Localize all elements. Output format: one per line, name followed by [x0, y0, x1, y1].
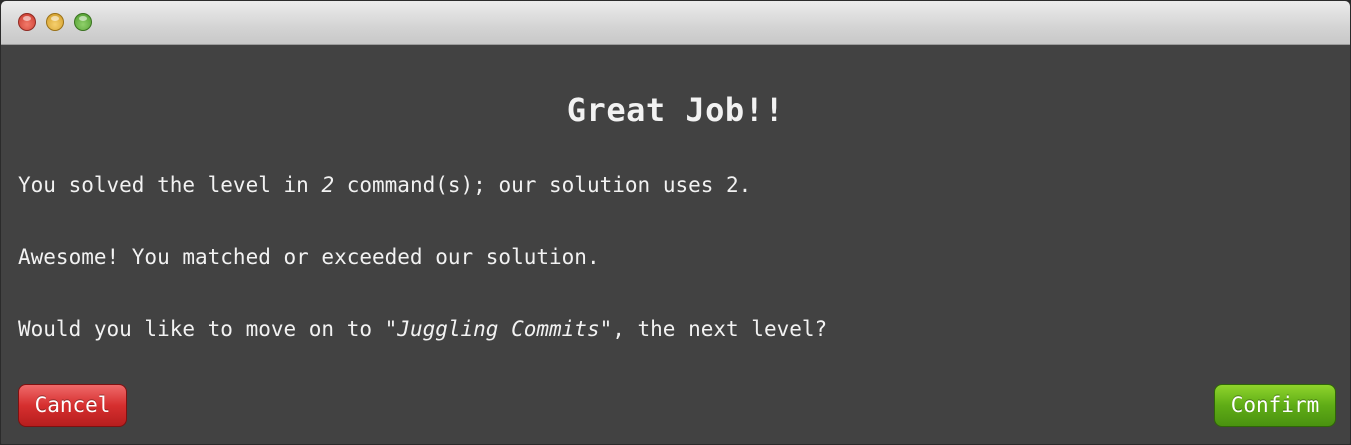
- next-level-prefix: Would you like to move on to: [18, 317, 385, 341]
- cancel-button[interactable]: Cancel: [18, 384, 127, 427]
- title-bar: [1, 1, 1350, 45]
- solve-summary-suffix: command(s); our solution uses 2.: [334, 173, 752, 197]
- minimize-window-icon[interactable]: [46, 13, 64, 31]
- maximize-window-icon[interactable]: [74, 13, 92, 31]
- dialog-window: Great Job!! You solved the level in 2 co…: [0, 0, 1351, 445]
- solve-summary-prefix: You solved the level in: [18, 173, 322, 197]
- result-message: Awesome! You matched or exceeded our sol…: [18, 245, 600, 269]
- confirm-button[interactable]: Confirm: [1214, 384, 1336, 427]
- close-window-icon[interactable]: [18, 13, 36, 31]
- next-level-name: "Juggling Commits": [384, 317, 613, 341]
- dialog-title: Great Job!!: [566, 91, 785, 129]
- next-level-suffix: , the next level?: [612, 317, 828, 341]
- next-level-prompt: Would you like to move on to "Juggling C…: [18, 317, 827, 341]
- dialog-content: Great Job!! You solved the level in 2 co…: [1, 45, 1350, 444]
- solve-summary: You solved the level in 2 command(s); ou…: [18, 173, 751, 197]
- command-count: 2: [321, 173, 335, 197]
